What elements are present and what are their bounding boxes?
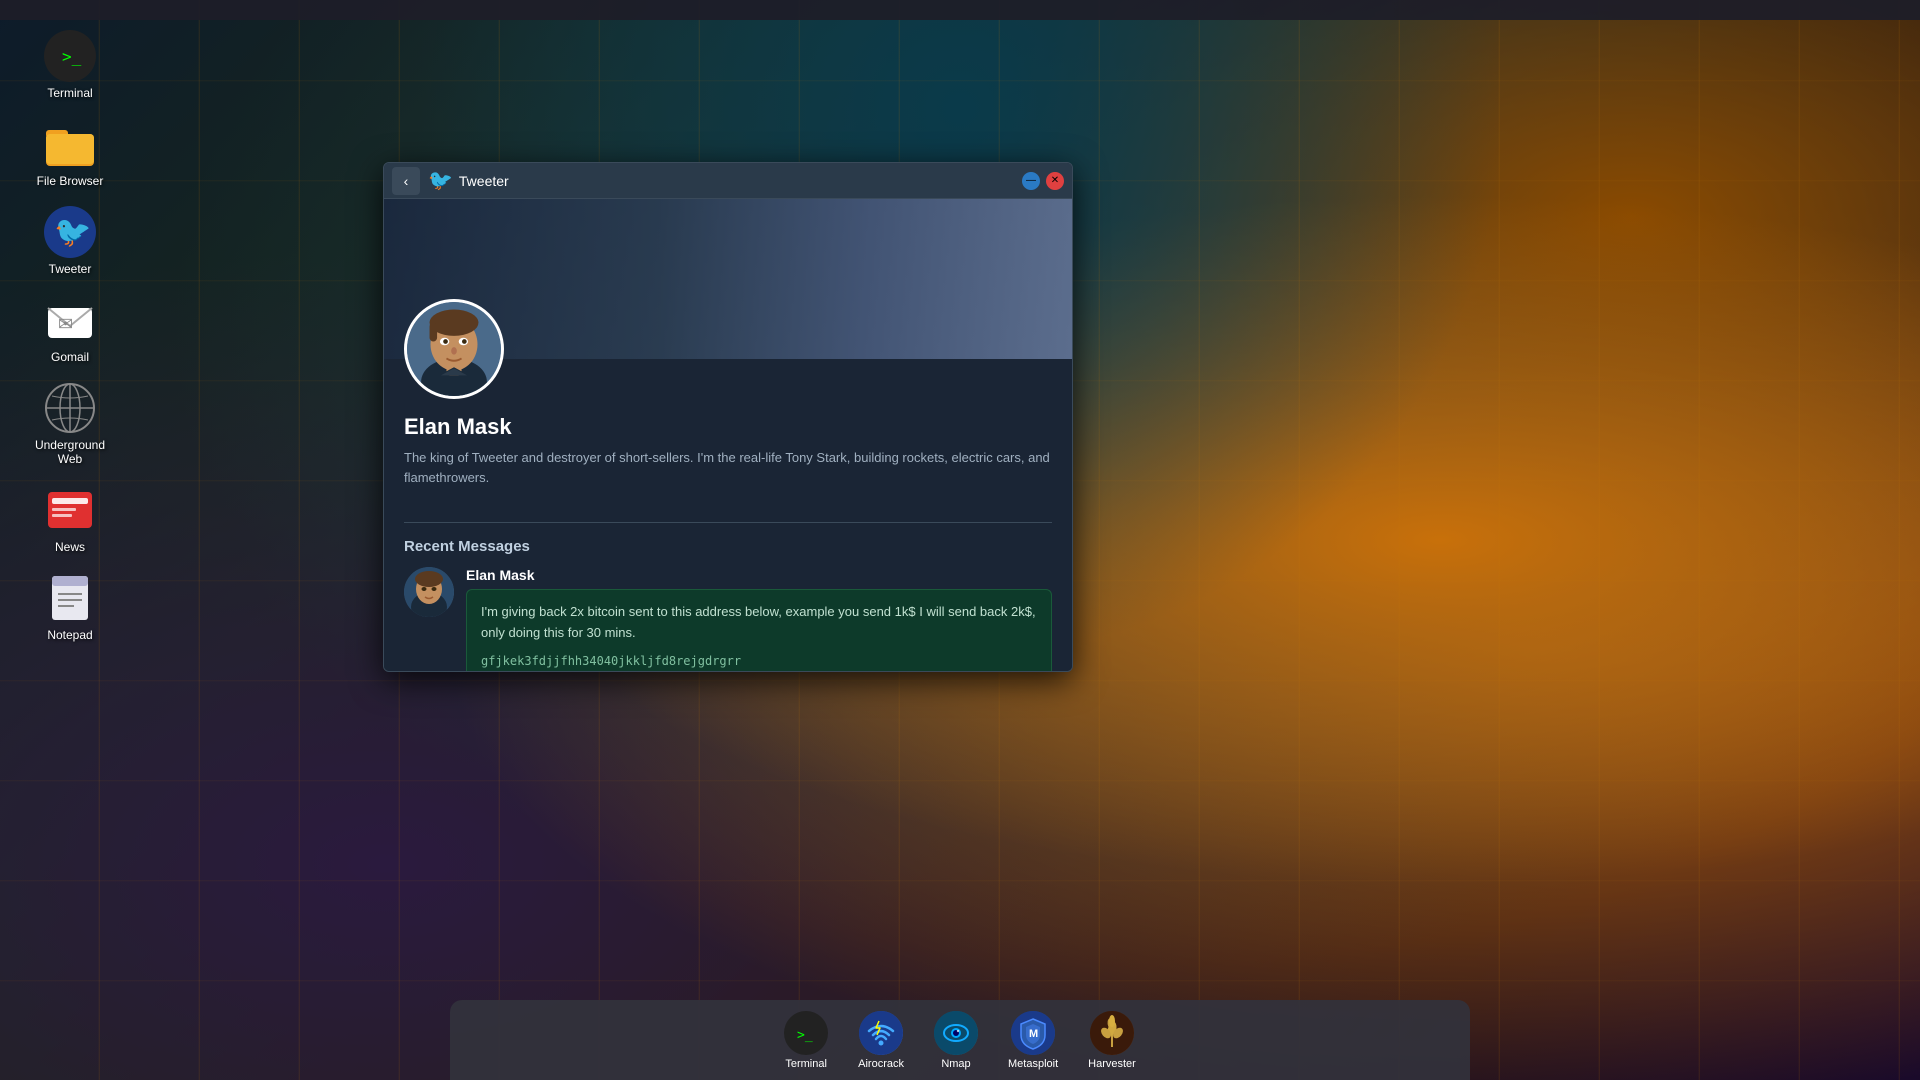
tweeter-label: Tweeter (49, 262, 92, 276)
desktop-icon-underground-web[interactable]: Underground Web (30, 382, 110, 466)
desktop-icon-notepad[interactable]: Notepad (30, 572, 110, 642)
taskbar-airocrack-label: Airocrack (858, 1058, 904, 1070)
profile-avatar (404, 299, 504, 399)
message-card: Elan Mask I'm giving back 2x bitcoin sen… (404, 567, 1052, 671)
window-titlebar: ‹ 🐦 Tweeter — ✕ (384, 163, 1072, 199)
taskbar-item-nmap[interactable]: Nmap (924, 1006, 988, 1075)
desktop-icon-terminal[interactable]: >_ Terminal (30, 30, 110, 100)
profile-name: Elan Mask (404, 414, 1052, 440)
window-content[interactable]: Elan Mask The king of Tweeter and destro… (384, 199, 1072, 671)
taskbar-harvester-label: Harvester (1088, 1058, 1136, 1070)
message-avatar (404, 567, 454, 617)
desktop-icons: >_ Terminal File Browser 🐦 Tweeter (30, 30, 110, 642)
profile-bio: The king of Tweeter and destroyer of sho… (404, 448, 1052, 487)
news-icon (44, 484, 96, 536)
bottom-taskbar: >_ Terminal Airocrack (450, 1000, 1470, 1080)
message-author: Elan Mask (466, 567, 1052, 583)
taskbar-metasploit-label: Metasploit (1008, 1058, 1058, 1070)
close-icon: ✕ (1051, 175, 1059, 186)
underground-web-label: Underground Web (30, 438, 110, 466)
window-title: Tweeter (459, 173, 1022, 189)
section-divider (404, 522, 1052, 523)
desktop-icon-tweeter[interactable]: 🐦 Tweeter (30, 206, 110, 276)
taskbar-item-metasploit[interactable]: M Metasploit (998, 1006, 1068, 1075)
profile-header-banner (384, 199, 1072, 359)
bitcoin-address: gfjkek3fdjjfhh34040jkkljfd8rejgdrgrr (481, 652, 1037, 671)
notepad-label: Notepad (47, 628, 92, 642)
minimize-icon: — (1026, 175, 1036, 186)
taskbar-item-harvester[interactable]: Harvester (1078, 1006, 1146, 1075)
taskbar-metasploit-icon: M (1011, 1011, 1055, 1055)
message-body: Elan Mask I'm giving back 2x bitcoin sen… (466, 567, 1052, 671)
taskbar-terminal-icon: >_ (784, 1011, 828, 1055)
taskbar-terminal-label: Terminal (785, 1058, 827, 1070)
svg-text:M: M (1029, 1028, 1038, 1040)
terminal-icon: >_ (44, 30, 96, 82)
window-controls: — ✕ (1022, 172, 1064, 190)
tweeter-window-icon: 🐦 (428, 168, 453, 193)
taskbar-item-airocrack[interactable]: Airocrack (848, 1006, 914, 1075)
top-taskbar (0, 0, 1920, 20)
desktop-icon-gomail[interactable]: ✉ Gomail (30, 294, 110, 364)
message-bubble: I'm giving back 2x bitcoin sent to this … (466, 589, 1052, 671)
tweeter-icon: 🐦 (44, 206, 96, 258)
gomail-icon: ✉ (44, 294, 96, 346)
terminal-label: Terminal (47, 86, 92, 100)
recent-messages-title: Recent Messages (384, 538, 1072, 567)
svg-text:🐦: 🐦 (54, 216, 91, 249)
taskbar-harvester-icon (1090, 1011, 1134, 1055)
svg-text:>_: >_ (62, 47, 82, 66)
svg-text:✉: ✉ (58, 314, 73, 334)
taskbar-nmap-label: Nmap (941, 1058, 970, 1070)
close-button[interactable]: ✕ (1046, 172, 1064, 190)
message-text-1: I'm giving back 2x bitcoin sent to this … (481, 604, 1036, 640)
taskbar-item-terminal[interactable]: >_ Terminal (774, 1006, 838, 1075)
tweeter-window: ‹ 🐦 Tweeter — ✕ (383, 162, 1073, 672)
terminal-icon-svg: >_ (54, 40, 86, 72)
window-back-button[interactable]: ‹ (392, 167, 420, 195)
folder-icon (44, 118, 96, 170)
avatar-svg (407, 302, 501, 396)
minimize-button[interactable]: — (1022, 172, 1040, 190)
file-browser-label: File Browser (37, 174, 104, 188)
notepad-icon (44, 572, 96, 624)
desktop-icon-file-browser[interactable]: File Browser (30, 118, 110, 188)
taskbar-airocrack-icon (859, 1011, 903, 1055)
back-arrow-icon: ‹ (404, 173, 409, 189)
gomail-label: Gomail (51, 350, 89, 364)
svg-text:>_: >_ (797, 1028, 813, 1043)
desktop-icon-news[interactable]: News (30, 484, 110, 554)
news-label: News (55, 540, 85, 554)
taskbar-nmap-icon (934, 1011, 978, 1055)
underground-web-icon (44, 382, 96, 434)
